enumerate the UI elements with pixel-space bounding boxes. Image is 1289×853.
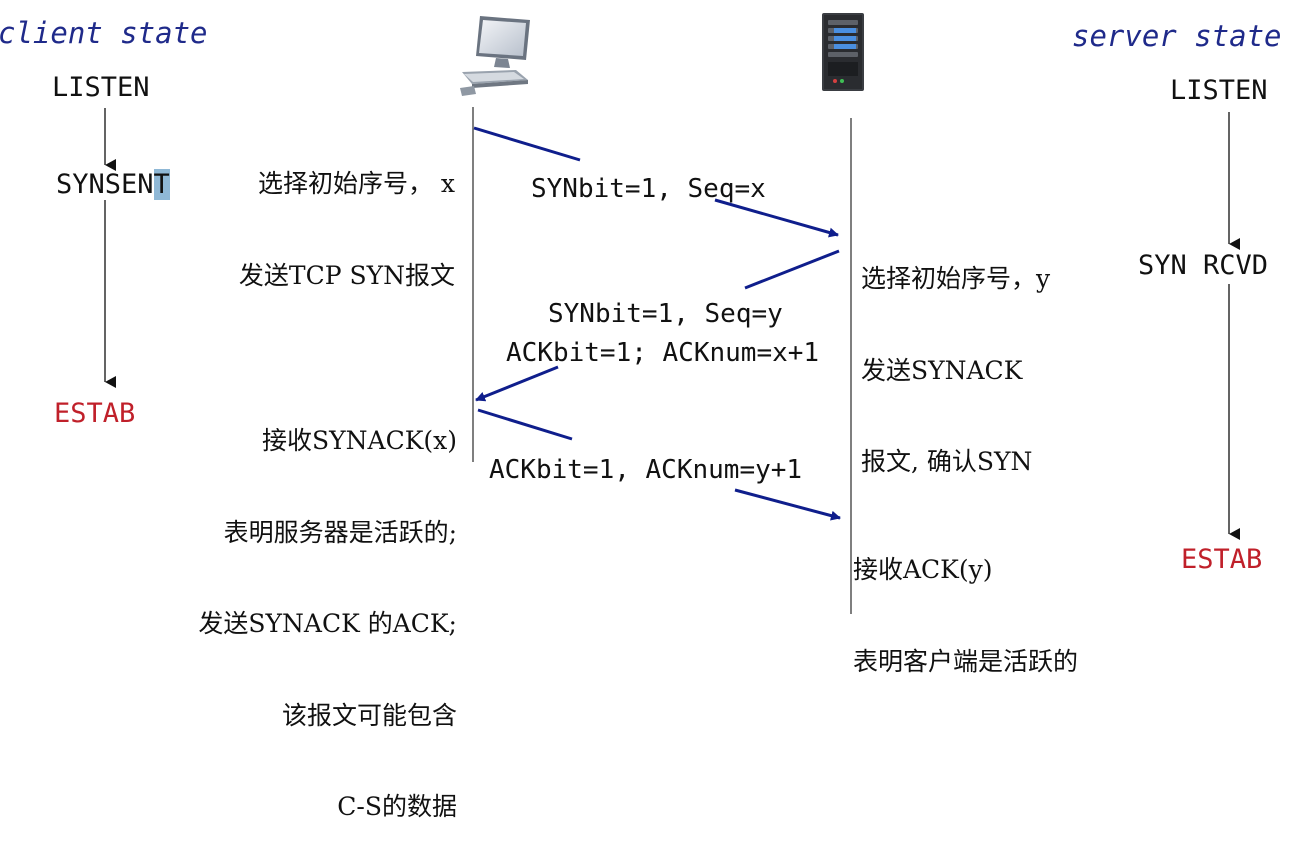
- server-note-2-line-2: 表明客户端是活跃的: [853, 646, 1079, 676]
- syn-arrow-segment-2: [714, 198, 839, 238]
- synack-message-label-line-2: ACKbit=1; ACKnum=x+1: [506, 338, 820, 368]
- client-note-2-line-2: 表明服务器是活跃的;: [223, 517, 457, 547]
- server-note-2-line-1: 接收ACK(y): [853, 555, 993, 584]
- text-selection-highlight: T: [153, 169, 170, 200]
- client-state-synsent: SYNSENT: [56, 169, 170, 200]
- client-note-receive-synack: 接收SYNACK(x) 表明服务器是活跃的; 发送SYNACK 的ACK; 该报…: [198, 365, 457, 853]
- ack-arrow-segment-2: [734, 488, 841, 521]
- client-note-2-line-3: 发送SYNACK 的ACK;: [198, 609, 457, 638]
- ack-arrow-segment-1: [477, 408, 573, 441]
- syn-arrow-segment-1: [473, 126, 581, 162]
- server-note-1-line-1: 选择初始序号，y: [861, 264, 1051, 293]
- server-state-listen: LISTEN: [1170, 75, 1268, 106]
- server-note-choose-isn: 选择初始序号，y 发送SYNACK 报文, 确认SYN: [861, 203, 1050, 508]
- synack-message-label-line-1: SYNbit=1, Seq=y: [548, 299, 783, 329]
- server-tower-icon: [822, 13, 864, 91]
- server-note-1-line-2: 发送SYNACK: [861, 355, 1023, 385]
- ack-message-label: ACKbit=1, ACKnum=y+1: [489, 455, 803, 485]
- client-note-1-line-2: 发送TCP SYN报文: [238, 260, 455, 290]
- client-note-1-line-1: 选择初始序号， x: [257, 169, 455, 198]
- client-state-listen: LISTEN: [52, 72, 150, 103]
- client-state-estab: ESTAB: [54, 398, 136, 429]
- server-state-syn-rcvd: SYN RCVD: [1138, 250, 1269, 281]
- syn-message-label: SYNbit=1, Seq=x: [531, 174, 766, 204]
- synack-arrow-segment-1: [744, 249, 840, 290]
- client-state-title: client state: [0, 16, 208, 50]
- server-state-title: server state: [1072, 19, 1282, 53]
- client-note-2-line-5: C-S的数据: [337, 792, 457, 821]
- server-note-receive-ack: 接收ACK(y) 表明客户端是活跃的: [853, 494, 1078, 708]
- synack-arrow-segment-2: [475, 365, 559, 402]
- server-note-1-line-3: 报文, 确认SYN: [861, 447, 1033, 476]
- client-state-synsent-head: SYNSEN: [56, 169, 154, 200]
- desktop-computer-icon: [460, 16, 530, 96]
- client-note-choose-isn: 选择初始序号， x 发送TCP SYN报文: [239, 108, 455, 322]
- client-note-2-line-4: 该报文可能包含: [281, 700, 457, 730]
- server-state-estab: ESTAB: [1181, 544, 1263, 575]
- client-note-2-line-1: 接收SYNACK(x): [262, 426, 457, 455]
